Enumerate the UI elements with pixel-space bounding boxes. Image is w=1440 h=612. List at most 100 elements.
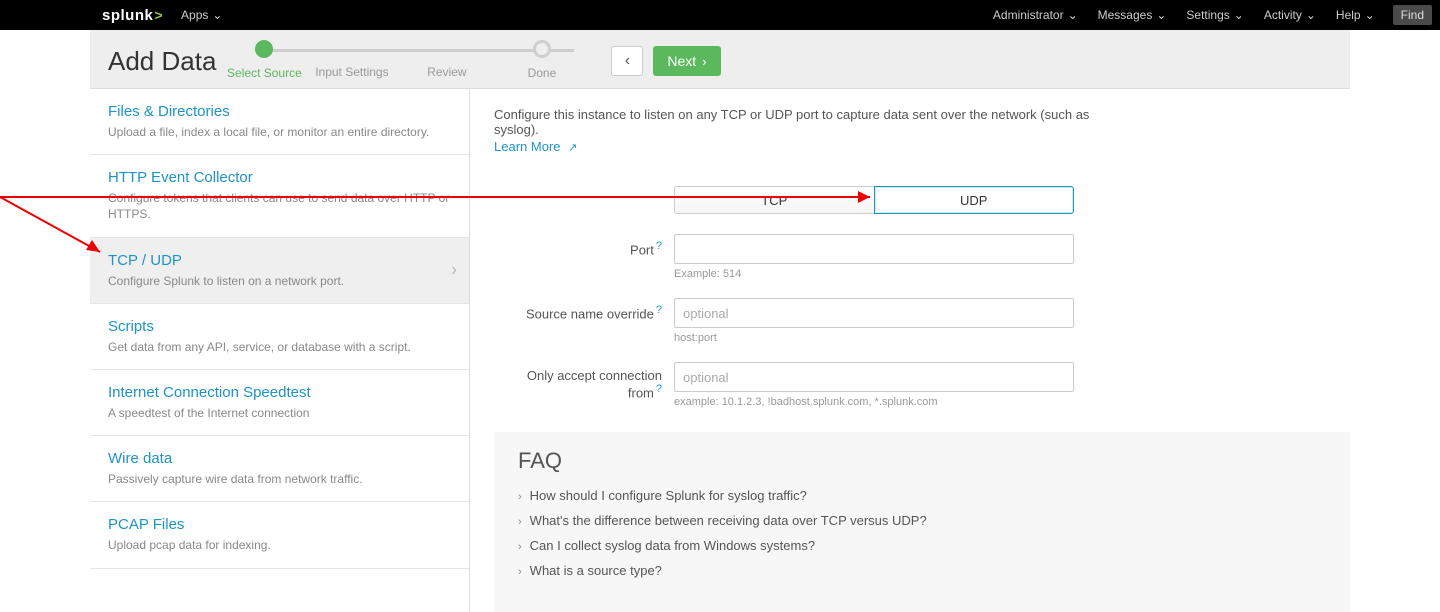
chevron-left-icon: ‹ [625, 52, 630, 70]
apps-label: Apps [181, 8, 208, 22]
next-label: Next [667, 53, 696, 69]
accept-from-hint: example: 10.1.2.3, !badhost.splunk.com, … [674, 396, 1074, 408]
caret-right-icon: › [518, 566, 522, 578]
messages-label: Messages [1098, 8, 1153, 22]
source-name-label-text: Source name override [526, 306, 654, 321]
subheader: Add Data Select Source Input Settings Re… [90, 30, 1350, 89]
back-button[interactable]: ‹ [611, 46, 643, 76]
activity-menu[interactable]: Activity ⌄ [1254, 8, 1326, 22]
sidebar-item-title: Internet Connection Speedtest [108, 384, 451, 401]
tcp-toggle[interactable]: TCP [674, 186, 874, 214]
source-type-sidebar: Files & Directories Upload a file, index… [90, 89, 470, 612]
administrator-menu[interactable]: Administrator ⌄ [983, 8, 1088, 22]
wizard-step-select-source[interactable]: Select Source [224, 42, 304, 80]
accept-from-row: Only accept connection from? example: 10… [494, 362, 1350, 408]
chevron-down-icon: ⌄ [1365, 8, 1375, 22]
brand-caret-icon: > [154, 7, 163, 23]
activity-label: Activity [1264, 8, 1302, 22]
settings-label: Settings [1186, 8, 1229, 22]
faq-section: FAQ ›How should I configure Splunk for s… [494, 432, 1350, 612]
sidebar-item-tcp-udp[interactable]: TCP / UDP Configure Splunk to listen on … [90, 238, 469, 304]
administrator-label: Administrator [993, 8, 1064, 22]
sidebar-item-desc: Configure tokens that clients can use to… [108, 190, 451, 222]
messages-menu[interactable]: Messages⌄ [1088, 8, 1177, 22]
help-label: Help [1336, 8, 1361, 22]
sidebar-item-speedtest[interactable]: Internet Connection Speedtest A speedtes… [90, 370, 469, 436]
port-row: Port? Example: 514 [494, 234, 1350, 280]
sidebar-item-title: Files & Directories [108, 103, 451, 120]
learn-more-link[interactable]: Learn More ↗ [494, 139, 577, 154]
sidebar-item-pcap[interactable]: PCAP Files Upload pcap data for indexing… [90, 502, 469, 568]
apps-menu[interactable]: Apps ⌄ [171, 8, 232, 22]
chevron-down-icon: ⌄ [1156, 8, 1166, 22]
sidebar-item-scripts[interactable]: Scripts Get data from any API, service, … [90, 304, 469, 370]
caret-right-icon: › [518, 516, 522, 528]
chevron-right-icon: › [702, 54, 706, 69]
learn-more-label: Learn More [494, 139, 560, 154]
chevron-right-icon: › [451, 260, 457, 281]
top-nav: splunk> Apps ⌄ Administrator⌄ Messages⌄ … [0, 0, 1440, 30]
accept-from-input[interactable] [674, 362, 1074, 392]
sidebar-item-desc: Upload pcap data for indexing. [108, 537, 451, 553]
sidebar-item-desc: Get data from any API, service, or datab… [108, 339, 451, 355]
sidebar-item-title: PCAP Files [108, 516, 451, 533]
wizard-step-input-settings: Input Settings [304, 43, 399, 79]
sidebar-item-files[interactable]: Files & Directories Upload a file, index… [90, 89, 469, 155]
external-link-icon: ↗ [568, 142, 577, 154]
next-button[interactable]: Next › [653, 46, 720, 76]
protocol-toggle: TCP UDP [674, 186, 1074, 214]
port-label: Port? [494, 234, 674, 257]
main-pane: Configure this instance to listen on any… [470, 89, 1350, 612]
source-name-label: Source name override? [494, 298, 674, 321]
wizard: Select Source Input Settings Review Done [248, 42, 589, 80]
page-title: Add Data [108, 46, 216, 77]
wizard-step-done: Done [494, 42, 589, 80]
source-name-row: Source name override? host:port [494, 298, 1350, 344]
faq-title: FAQ [518, 448, 1326, 474]
wizard-label: Select Source [227, 66, 302, 80]
sidebar-item-desc: Configure Splunk to listen on a network … [108, 273, 451, 289]
port-input[interactable] [674, 234, 1074, 264]
sidebar-item-title: TCP / UDP [108, 252, 451, 269]
help-icon[interactable]: ? [656, 240, 662, 252]
caret-right-icon: › [518, 541, 522, 553]
sidebar-item-title: HTTP Event Collector [108, 169, 451, 186]
port-label-text: Port [630, 242, 654, 257]
wizard-label: Review [427, 65, 466, 79]
port-hint: Example: 514 [674, 268, 1074, 280]
wizard-dot-active [255, 40, 273, 58]
faq-item[interactable]: ›How should I configure Splunk for syslo… [518, 488, 1326, 503]
wizard-label: Done [528, 66, 557, 80]
help-icon[interactable]: ? [656, 304, 662, 316]
settings-menu[interactable]: Settings⌄ [1176, 8, 1253, 22]
sidebar-item-desc: Passively capture wire data from network… [108, 471, 451, 487]
source-name-hint: host:port [674, 332, 1074, 344]
help-icon[interactable]: ? [656, 383, 662, 395]
accept-from-label: Only accept connection from? [494, 362, 674, 400]
sidebar-item-http[interactable]: HTTP Event Collector Configure tokens th… [90, 155, 469, 237]
wizard-label: Input Settings [315, 65, 388, 79]
sidebar-item-desc: Upload a file, index a local file, or mo… [108, 124, 451, 140]
accept-from-label-text: Only accept connection from [527, 368, 662, 400]
udp-toggle[interactable]: UDP [874, 186, 1075, 214]
wizard-dot-hollow [533, 40, 551, 58]
caret-right-icon: › [518, 491, 522, 503]
wizard-step-review: Review [399, 43, 494, 79]
brand-text: splunk [102, 7, 153, 24]
sidebar-item-title: Scripts [108, 318, 451, 335]
brand-logo: splunk> [98, 7, 171, 24]
find-button[interactable]: Find [1393, 5, 1432, 25]
instruction-text: Configure this instance to listen on any… [494, 107, 1114, 137]
source-name-input[interactable] [674, 298, 1074, 328]
sidebar-item-desc: A speedtest of the Internet connection [108, 405, 451, 421]
content: Files & Directories Upload a file, index… [90, 89, 1350, 612]
help-menu[interactable]: Help ⌄ [1326, 8, 1385, 22]
chevron-down-icon: ⌄ [212, 8, 222, 22]
chevron-down-icon: ⌄ [1306, 8, 1316, 22]
faq-item[interactable]: ›What's the difference between receiving… [518, 513, 1326, 528]
faq-question: Can I collect syslog data from Windows s… [530, 538, 815, 553]
sidebar-item-wiredata[interactable]: Wire data Passively capture wire data fr… [90, 436, 469, 502]
chevron-down-icon: ⌄ [1068, 8, 1078, 22]
faq-item[interactable]: › Can I collect syslog data from Windows … [518, 538, 1326, 553]
faq-item[interactable]: ›What is a source type? [518, 563, 1326, 578]
